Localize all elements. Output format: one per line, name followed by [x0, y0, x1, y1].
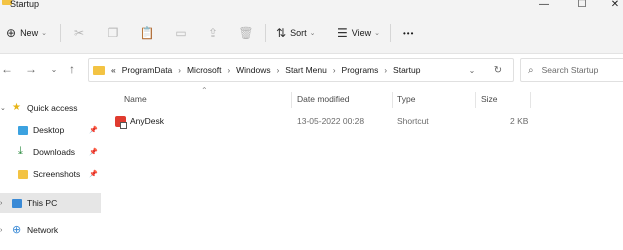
- rename-icon[interactable]: ▭: [174, 26, 188, 40]
- download-icon: ⤓: [18, 145, 23, 157]
- nav-item-screenshots[interactable]: Screenshots 📌: [0, 165, 101, 183]
- breadcrumb-microsoft[interactable]: Microsoft: [187, 65, 221, 75]
- sort-label: Sort: [290, 28, 307, 38]
- network-icon: ⊕: [12, 224, 22, 236]
- file-row[interactable]: AnyDesk 13-05-2022 00:28 Shortcut 2 KB: [112, 114, 532, 130]
- nav-item-downloads[interactable]: ⤓ Downloads 📌: [0, 143, 101, 161]
- close-button[interactable]: ✕: [605, 0, 623, 11]
- nav-item-label: Downloads: [33, 147, 76, 157]
- delete-icon[interactable]: 🗑: [238, 26, 253, 40]
- recent-locations-chevron-icon[interactable]: ⌄: [47, 62, 61, 76]
- breadcrumb-start-menu[interactable]: Start Menu: [285, 65, 327, 75]
- file-size: 2 KB: [510, 116, 529, 126]
- search-input[interactable]: [541, 65, 622, 75]
- back-arrow-icon[interactable]: ←: [0, 62, 14, 76]
- nav-item-label: This PC: [27, 198, 58, 208]
- sort-button[interactable]: ⇅ Sort ⌄: [276, 12, 315, 54]
- column-header-size[interactable]: Size: [481, 94, 498, 104]
- chevron-down-icon: ⌄: [374, 30, 380, 37]
- new-button[interactable]: ⊕ New ⌄: [6, 12, 47, 54]
- nav-item-this-pc[interactable]: › This PC: [0, 193, 101, 213]
- column-divider[interactable]: [475, 92, 476, 108]
- chevron-down-icon: ⌄: [309, 30, 316, 37]
- breadcrumb-separator[interactable]: ›: [178, 66, 181, 75]
- sort-caret-icon: ⌃: [201, 86, 208, 95]
- chevron-down-icon[interactable]: ⌄: [0, 104, 6, 112]
- folder-icon: [93, 65, 105, 75]
- divider: [390, 24, 391, 42]
- more-options-button[interactable]: •••: [403, 12, 414, 54]
- view-label: View: [351, 28, 372, 38]
- breadcrumb-windows[interactable]: Windows: [236, 65, 270, 75]
- breadcrumb-overflow[interactable]: «: [111, 65, 116, 75]
- column-divider[interactable]: [530, 92, 531, 108]
- address-dropdown-icon[interactable]: ⌄: [465, 63, 479, 77]
- nav-item-quick-access[interactable]: ⌄ ★ Quick access: [0, 99, 101, 117]
- desktop-icon: [18, 126, 28, 135]
- address-bar[interactable]: « ProgramData › Microsoft › Windows › St…: [88, 58, 514, 82]
- pin-icon: 📌: [89, 171, 98, 178]
- forward-arrow-icon[interactable]: →: [24, 62, 38, 76]
- breadcrumb-separator[interactable]: ›: [333, 66, 336, 75]
- up-arrow-icon[interactable]: ↑: [65, 62, 79, 76]
- view-button[interactable]: ☰ View ⌄: [337, 12, 380, 54]
- file-type: Shortcut: [397, 116, 429, 126]
- column-divider[interactable]: [291, 92, 292, 108]
- divider: [60, 24, 61, 42]
- column-header-name[interactable]: Name: [124, 94, 147, 104]
- cut-icon[interactable]: ✂: [72, 26, 86, 40]
- breadcrumb-separator[interactable]: ›: [277, 66, 280, 75]
- nav-item-network[interactable]: › ⊕ Network: [0, 221, 101, 239]
- pin-icon: 📌: [89, 127, 98, 134]
- sort-icon: ⇅: [276, 26, 287, 40]
- column-header-type[interactable]: Type: [397, 94, 415, 104]
- breadcrumb-programdata[interactable]: ProgramData: [122, 65, 173, 75]
- share-icon[interactable]: ⇪: [206, 26, 220, 40]
- paste-icon[interactable]: 📋: [140, 26, 155, 40]
- chevron-right-icon[interactable]: ›: [0, 227, 2, 234]
- nav-item-label: Screenshots: [33, 169, 81, 179]
- maximize-button[interactable]: ☐: [572, 0, 592, 11]
- view-icon: ☰: [337, 26, 348, 40]
- copy-icon[interactable]: ❐: [106, 26, 120, 40]
- breadcrumb-separator[interactable]: ›: [384, 66, 387, 75]
- chevron-right-icon[interactable]: ›: [0, 200, 2, 207]
- command-bar: ⊕ New ⌄ ✂ ❐ 📋 ▭ ⇪ 🗑 ⇅ Sort ⌄ ☰ View ⌄ ••…: [0, 12, 623, 54]
- new-label: New: [20, 28, 39, 38]
- nav-item-label: Desktop: [33, 125, 65, 135]
- column-divider[interactable]: [392, 92, 393, 108]
- breadcrumb-separator[interactable]: ›: [227, 66, 230, 75]
- folder-icon: [18, 170, 28, 179]
- nav-item-label: Network: [27, 225, 59, 235]
- computer-icon: [12, 199, 22, 208]
- pin-icon: 📌: [89, 149, 98, 156]
- breadcrumb-startup[interactable]: Startup: [393, 65, 420, 75]
- divider: [265, 24, 266, 42]
- star-icon: ★: [12, 102, 21, 113]
- file-date-modified: 13-05-2022 00:28: [297, 116, 365, 126]
- title-bar: Startup — ☐ ✕: [0, 0, 623, 12]
- nav-item-label: Quick access: [27, 103, 78, 113]
- search-icon: ⌕: [528, 64, 534, 76]
- nav-item-desktop[interactable]: Desktop 📌: [0, 121, 101, 139]
- anydesk-icon: [115, 116, 127, 129]
- search-box[interactable]: ⌕: [520, 58, 623, 82]
- minimize-button[interactable]: —: [534, 0, 554, 11]
- file-name: AnyDesk: [130, 116, 165, 126]
- column-header-date-modified[interactable]: Date modified: [297, 94, 349, 104]
- breadcrumb-programs[interactable]: Programs: [342, 65, 379, 75]
- window-title: Startup: [10, 0, 40, 9]
- chevron-down-icon: ⌄: [41, 30, 47, 37]
- refresh-icon[interactable]: ↻: [491, 63, 505, 77]
- plus-circle-icon: ⊕: [6, 26, 17, 40]
